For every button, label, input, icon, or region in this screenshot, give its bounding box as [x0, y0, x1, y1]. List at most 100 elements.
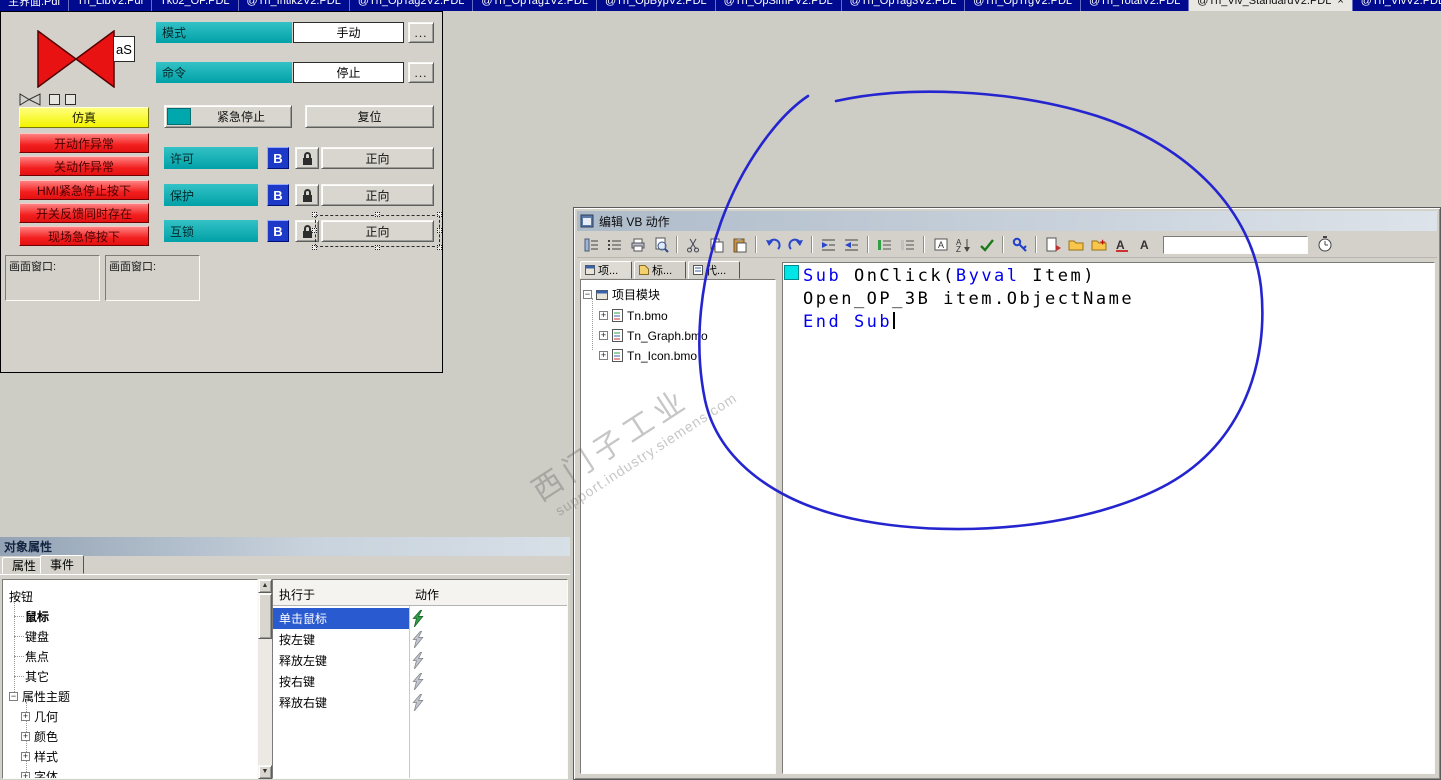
print-icon[interactable] — [627, 235, 648, 255]
alarm-close-fault-button[interactable]: 关动作异常 — [19, 156, 149, 176]
selection-handle[interactable] — [312, 228, 317, 233]
tab-document-0[interactable]: 主界面.Pdl — [0, 0, 69, 11]
sort-icon[interactable]: AZ — [953, 235, 974, 255]
tree-item-focus[interactable]: 焦点 — [25, 648, 49, 664]
font-icon[interactable]: A — [1134, 235, 1155, 255]
dialog-title-bar[interactable]: 编辑 VB 动作 — [577, 211, 1437, 231]
alarm-hmi-estop-button[interactable]: HMI紧急停止按下 — [19, 180, 149, 200]
event-action-cell[interactable] — [411, 652, 441, 669]
folder-icon[interactable] — [1065, 235, 1086, 255]
tab-document-8[interactable]: @Tn_OpTag3V2.PDL — [842, 0, 966, 11]
tree-item-other[interactable]: 其它 — [25, 668, 49, 684]
syntax-check-icon[interactable] — [976, 235, 997, 255]
scroll-down-button[interactable]: ▼ — [258, 765, 272, 779]
selection-handle[interactable] — [312, 212, 317, 217]
selection-handle[interactable] — [437, 228, 442, 233]
tree-item-property-topics[interactable]: − 属性主题 — [9, 688, 70, 704]
lock-icon[interactable] — [295, 147, 319, 169]
expand-icon[interactable]: + — [599, 331, 608, 340]
reset-button[interactable]: 复位 — [305, 105, 434, 128]
expand-icon[interactable]: + — [599, 351, 608, 360]
collapse-icon[interactable]: − — [9, 691, 18, 701]
font-edit-icon[interactable]: A — [1111, 235, 1132, 255]
timer-icon[interactable] — [1314, 235, 1335, 255]
list-icon[interactable] — [604, 235, 625, 255]
tab-events[interactable]: 事件 — [40, 555, 85, 574]
object-book-icon[interactable]: A — [930, 235, 951, 255]
tree-item-tn-icon-bmo[interactable]: + Tn_Icon.bmo — [599, 347, 697, 364]
key-icon[interactable] — [1009, 235, 1030, 255]
command-browse-button[interactable]: ... — [408, 62, 434, 83]
tab-document-4[interactable]: @Tn_OpTag2V2.PDL — [350, 0, 474, 11]
permit-badge-button[interactable]: B — [267, 147, 289, 169]
selection-handle[interactable] — [437, 245, 442, 250]
selection-handle[interactable] — [312, 245, 317, 250]
expand-icon[interactable]: + — [21, 751, 30, 761]
mode-value-box[interactable]: 手动 — [293, 22, 404, 43]
alarm-field-estop-button[interactable]: 现场急停按下 — [19, 226, 149, 246]
selection-handle[interactable] — [437, 212, 442, 217]
undo-icon[interactable] — [762, 235, 783, 255]
expand-icon[interactable]: + — [21, 771, 30, 778]
paste-icon[interactable] — [729, 235, 750, 255]
lock-icon[interactable] — [295, 184, 319, 206]
tree-scrollbar[interactable]: ▲ ▼ — [258, 579, 272, 779]
protect-direction-button[interactable]: 正向 — [321, 184, 434, 206]
tree-item-font[interactable]: + 字体 — [21, 768, 58, 778]
event-row-click[interactable]: 单击鼠标 — [273, 608, 567, 629]
event-row-release-left[interactable]: 释放左键 — [273, 650, 567, 671]
collapse-icon[interactable]: − — [583, 290, 592, 299]
expand-icon[interactable]: + — [599, 311, 608, 320]
event-action-cell[interactable] — [411, 610, 441, 627]
scrollbar-thumb[interactable] — [258, 593, 272, 639]
cut-icon[interactable] — [683, 235, 704, 255]
redo-icon[interactable] — [785, 235, 806, 255]
outdent-icon[interactable] — [841, 235, 862, 255]
alarm-feedback-conflict-button[interactable]: 开关反馈同时存在 — [19, 203, 149, 223]
simulate-button[interactable]: 仿真 — [19, 107, 149, 128]
tab-document-2[interactable]: Tk02_OP.PDL — [152, 0, 239, 11]
copy-icon[interactable] — [706, 235, 727, 255]
event-row-release-right[interactable]: 释放右键 — [273, 692, 567, 713]
estop-button[interactable]: 紧急停止 — [164, 105, 292, 128]
export-icon[interactable] — [1042, 235, 1063, 255]
tab-document-12[interactable]: @Tn_VlvV2.PDL — [1353, 0, 1441, 11]
tab-document-9[interactable]: @Tn_OpTrgV2.PDL — [965, 0, 1082, 11]
document-map-icon[interactable] — [581, 235, 602, 255]
close-icon[interactable]: × — [1337, 0, 1343, 7]
event-action-cell[interactable] — [411, 673, 441, 690]
tree-item-project-modules[interactable]: − 项目模块 — [583, 286, 660, 303]
interlock-badge-button[interactable]: B — [267, 220, 289, 242]
mode-browse-button[interactable]: ... — [408, 22, 434, 43]
expand-icon[interactable]: + — [21, 711, 30, 721]
selection-handle[interactable] — [375, 212, 380, 217]
scroll-up-button[interactable]: ▲ — [258, 579, 272, 593]
tree-item-colors[interactable]: + 颜色 — [21, 728, 58, 744]
protect-badge-button[interactable]: B — [267, 184, 289, 206]
tree-item-tn-bmo[interactable]: + Tn.bmo — [599, 307, 668, 324]
tab-document-active[interactable]: @Tn_Vlv_StandardV2.PDL × — [1189, 0, 1353, 11]
alarm-open-fault-button[interactable]: 开动作异常 — [19, 133, 149, 153]
toolbar-combobox[interactable] — [1163, 235, 1308, 254]
tab-code-templates[interactable]: 代... — [688, 261, 740, 279]
tree-item-geometry[interactable]: + 几何 — [21, 708, 58, 724]
comment-icon[interactable] — [874, 235, 895, 255]
tree-item-mouse[interactable]: 鼠标 — [25, 608, 49, 624]
event-row-press-right[interactable]: 按右键 — [273, 671, 567, 692]
indent-icon[interactable] — [818, 235, 839, 255]
tab-document-1[interactable]: Tn_LibV2.Pdl — [69, 0, 153, 11]
permit-direction-button[interactable]: 正向 — [321, 147, 434, 169]
tab-document-5[interactable]: @Tn_OpTag1V2.PDL — [473, 0, 597, 11]
tree-item-styles[interactable]: + 样式 — [21, 748, 58, 764]
uncomment-icon[interactable] — [897, 235, 918, 255]
event-action-cell[interactable] — [411, 631, 441, 648]
tab-document-3[interactable]: @Tn_Intlk2V2.PDL — [239, 0, 350, 11]
event-action-cell[interactable] — [411, 694, 441, 711]
tab-document-6[interactable]: @Tn_OpBypV2.PDL — [597, 0, 716, 11]
tree-item-keyboard[interactable]: 键盘 — [25, 628, 49, 644]
tab-document-10[interactable]: @Tn_TotalV2.PDL — [1081, 0, 1190, 11]
selection-marquee[interactable] — [315, 215, 440, 247]
tree-item-tn-graph-bmo[interactable]: + Tn_Graph.bmo — [599, 327, 708, 344]
folder-add-icon[interactable]: + — [1088, 235, 1109, 255]
tab-document-7[interactable]: @Tn_OpSimPV2.PDL — [716, 0, 842, 11]
